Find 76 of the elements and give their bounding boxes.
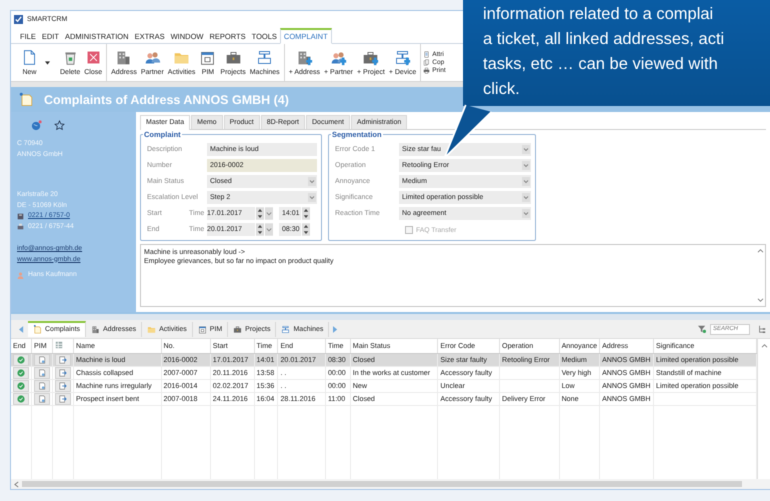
note-icon bbox=[19, 92, 34, 107]
scroll-left-icon[interactable] bbox=[14, 480, 19, 488]
spinner-icon[interactable] bbox=[302, 206, 310, 220]
chevron-down-icon bbox=[522, 144, 530, 154]
pim-button[interactable] bbox=[34, 367, 50, 379]
spinner-icon[interactable] bbox=[256, 206, 264, 220]
person-icon bbox=[17, 272, 24, 279]
star-icon[interactable] bbox=[54, 120, 65, 131]
calendar-icon bbox=[199, 49, 216, 66]
status-button[interactable] bbox=[13, 393, 29, 405]
document-icon bbox=[38, 369, 46, 377]
check-icon bbox=[17, 356, 25, 364]
scroll-up-icon[interactable] bbox=[760, 343, 768, 348]
add-briefcase-icon bbox=[362, 49, 380, 66]
scroll-left-icon[interactable] bbox=[19, 326, 24, 332]
app-logo-icon bbox=[14, 15, 23, 24]
status-button[interactable] bbox=[13, 354, 29, 366]
grid-icon bbox=[55, 341, 63, 349]
scroll-up-icon[interactable] bbox=[757, 248, 764, 253]
pim-button[interactable] bbox=[34, 380, 50, 392]
filter-icon[interactable] bbox=[698, 325, 706, 333]
page-icon bbox=[423, 51, 430, 58]
add-building-icon bbox=[296, 49, 313, 66]
copy-icon bbox=[423, 59, 430, 66]
document-icon bbox=[38, 356, 46, 364]
callout-text: tasks, etc … can be viewed with bbox=[483, 54, 718, 75]
document-arrow-icon bbox=[59, 356, 67, 364]
printer-icon bbox=[423, 67, 430, 74]
machine-icon bbox=[256, 49, 274, 66]
chevron-down-icon bbox=[522, 192, 530, 202]
open-button[interactable] bbox=[55, 354, 71, 366]
dropdown-caret-icon[interactable] bbox=[45, 60, 50, 64]
open-button[interactable] bbox=[55, 367, 71, 379]
building-icon bbox=[91, 324, 100, 334]
check-icon bbox=[17, 369, 25, 377]
note-icon bbox=[33, 325, 42, 334]
briefcase-icon bbox=[224, 49, 242, 66]
scrollbar-thumb[interactable] bbox=[22, 481, 742, 487]
chevron-down-icon bbox=[308, 192, 316, 202]
scroll-down-icon[interactable] bbox=[757, 298, 764, 303]
open-button[interactable] bbox=[55, 380, 71, 392]
building-icon bbox=[115, 49, 132, 66]
calendar-icon bbox=[198, 324, 207, 334]
fax-icon bbox=[17, 223, 24, 230]
spinner-icon[interactable] bbox=[256, 222, 264, 236]
briefcase-icon bbox=[233, 324, 242, 334]
chevron-down-icon bbox=[308, 176, 316, 186]
chevron-down-icon bbox=[522, 208, 530, 218]
folder-icon bbox=[147, 324, 156, 334]
document-arrow-icon bbox=[59, 382, 67, 390]
document-icon bbox=[38, 395, 46, 403]
open-button[interactable] bbox=[55, 393, 71, 405]
phone-icon bbox=[17, 212, 24, 220]
callout-text: information related to a complai bbox=[483, 4, 714, 25]
scroll-right-icon[interactable] bbox=[333, 326, 338, 332]
check-icon bbox=[17, 395, 25, 403]
new-document-icon bbox=[21, 49, 38, 66]
document-arrow-icon bbox=[59, 395, 67, 403]
close-icon bbox=[84, 49, 102, 66]
machine-icon bbox=[281, 324, 290, 334]
pim-button[interactable] bbox=[34, 354, 50, 366]
document-arrow-icon bbox=[59, 369, 67, 377]
check-icon bbox=[17, 382, 25, 390]
document-icon bbox=[38, 382, 46, 390]
globe-icon[interactable] bbox=[31, 120, 42, 131]
chevron-down-icon bbox=[522, 160, 530, 170]
callout-text: click. bbox=[483, 79, 520, 100]
chevron-down-icon bbox=[522, 176, 530, 186]
status-button[interactable] bbox=[13, 367, 29, 379]
spinner-icon[interactable] bbox=[302, 222, 310, 236]
status-button[interactable] bbox=[13, 380, 29, 392]
tree-icon[interactable] bbox=[758, 325, 766, 333]
pim-button[interactable] bbox=[34, 393, 50, 405]
callout-text: a ticket, all linked addresses, acti bbox=[483, 29, 724, 50]
add-machine-icon bbox=[394, 49, 412, 66]
page-title: Complaints of Address ANNOS GMBH (4) bbox=[44, 92, 289, 106]
